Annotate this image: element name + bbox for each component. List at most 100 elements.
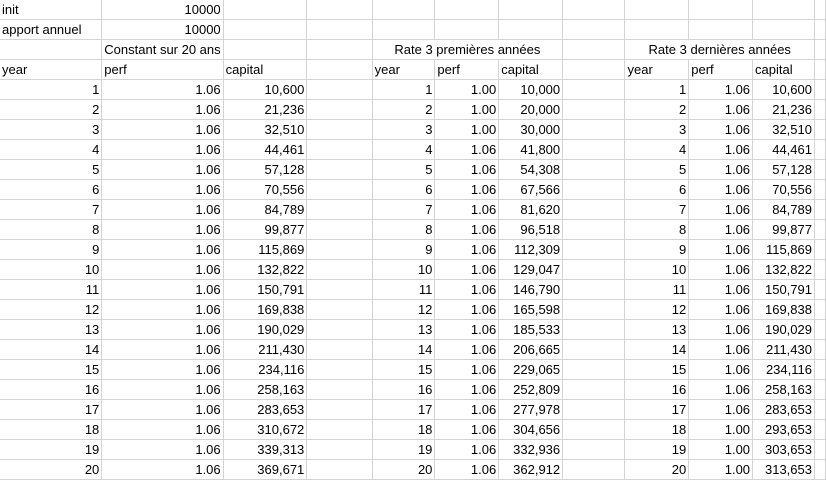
- cell-empty[interactable]: [752, 0, 815, 20]
- cell-constant-capital[interactable]: 211,430: [223, 339, 308, 360]
- cell-last3-perf[interactable]: 1.06: [688, 239, 754, 260]
- cell-constant-perf[interactable]: 1.06: [101, 339, 224, 360]
- cell-last3-capital[interactable]: 169,838: [752, 299, 815, 320]
- cell-empty[interactable]: [0, 39, 103, 60]
- cell-empty[interactable]: [562, 399, 626, 420]
- cell-last3-capital[interactable]: 132,822: [752, 259, 815, 280]
- cell-first3-year[interactable]: 13: [372, 319, 436, 340]
- cell-first3-perf[interactable]: 1.06: [434, 459, 500, 480]
- cell-first3-year[interactable]: 4: [372, 139, 436, 160]
- cell-empty[interactable]: [223, 19, 308, 40]
- cell-last3-year[interactable]: 1: [624, 79, 690, 100]
- cell-empty[interactable]: [814, 179, 826, 200]
- cell-first3-year[interactable]: 6: [372, 179, 436, 200]
- cell-last3-capital[interactable]: 150,791: [752, 279, 815, 300]
- cell-constant-year[interactable]: 3: [0, 119, 103, 140]
- cell-last3-capital[interactable]: 234,116: [752, 359, 815, 380]
- cell-first3-year[interactable]: 15: [372, 359, 436, 380]
- cell-empty[interactable]: [562, 379, 626, 400]
- cell-constant-perf[interactable]: 1.06: [101, 459, 224, 480]
- cell-last3-perf[interactable]: 1.06: [688, 319, 754, 340]
- cell-last3-perf[interactable]: 1.06: [688, 179, 754, 200]
- cell-last3-capital[interactable]: 57,128: [752, 159, 815, 180]
- cell-empty[interactable]: [752, 19, 815, 40]
- cell-first3-year[interactable]: 17: [372, 399, 436, 420]
- cell-first3-year[interactable]: 20: [372, 459, 436, 480]
- cell-first3-capital[interactable]: 96,518: [498, 219, 564, 240]
- cell-last3-perf[interactable]: 1.00: [688, 439, 754, 460]
- cell-constant-perf[interactable]: 1.06: [101, 259, 224, 280]
- cell-constant-perf[interactable]: 1.06: [101, 139, 224, 160]
- cell-first3-perf[interactable]: 1.06: [434, 399, 500, 420]
- cell-first3-perf[interactable]: 1.06: [434, 199, 500, 220]
- cell-constant-perf[interactable]: 1.06: [101, 299, 224, 320]
- cell-empty[interactable]: [814, 399, 826, 420]
- cell-first3-year[interactable]: 16: [372, 379, 436, 400]
- cell-constant-year[interactable]: 19: [0, 439, 103, 460]
- cell-first3-year[interactable]: 12: [372, 299, 436, 320]
- cell-constant-perf[interactable]: 1.06: [101, 159, 224, 180]
- cell-empty[interactable]: [306, 99, 373, 120]
- cell-empty[interactable]: [814, 339, 826, 360]
- cell-first3-perf[interactable]: 1.06: [434, 299, 500, 320]
- cell-last3-year[interactable]: 7: [624, 199, 690, 220]
- cell-last3-perf[interactable]: 1.00: [688, 459, 754, 480]
- cell-last3-year[interactable]: 6: [624, 179, 690, 200]
- cell-first3-capital[interactable]: 185,533: [498, 319, 564, 340]
- cell-empty[interactable]: [306, 439, 373, 460]
- cell-empty[interactable]: [814, 19, 826, 40]
- cell-last3-year[interactable]: 9: [624, 239, 690, 260]
- cell-constant-capital[interactable]: 132,822: [223, 259, 308, 280]
- cell-apport-value[interactable]: 10000: [101, 19, 224, 40]
- cell-empty[interactable]: [814, 419, 826, 440]
- cell-constant-capital[interactable]: 283,653: [223, 399, 308, 420]
- cell-last3-capital[interactable]: 303,653: [752, 439, 815, 460]
- cell-last3-capital[interactable]: 84,789: [752, 199, 815, 220]
- cell-empty[interactable]: [562, 19, 626, 40]
- cell-last3-capital[interactable]: 313,653: [752, 459, 815, 480]
- cell-constant-year[interactable]: 2: [0, 99, 103, 120]
- cell-constant-perf[interactable]: 1.06: [101, 399, 224, 420]
- cell-constant-capital[interactable]: 234,116: [223, 359, 308, 380]
- cell-first3-capital[interactable]: 165,598: [498, 299, 564, 320]
- cell-empty[interactable]: [562, 279, 626, 300]
- cell-constant-perf[interactable]: 1.06: [101, 319, 224, 340]
- cell-empty[interactable]: [814, 219, 826, 240]
- cell-constant-year[interactable]: 4: [0, 139, 103, 160]
- cell-last3-perf[interactable]: 1.06: [688, 119, 754, 140]
- cell-empty[interactable]: [562, 199, 626, 220]
- cell-empty[interactable]: [372, 0, 436, 20]
- cell-last3-capital[interactable]: 21,236: [752, 99, 815, 120]
- cell-empty[interactable]: [814, 259, 826, 280]
- cell-last3-perf[interactable]: 1.06: [688, 379, 754, 400]
- cell-empty[interactable]: [562, 99, 626, 120]
- cell-constant-perf[interactable]: 1.06: [101, 419, 224, 440]
- cell-first3-year[interactable]: 19: [372, 439, 436, 460]
- cell-constant-perf[interactable]: 1.06: [101, 119, 224, 140]
- cell-last3-year[interactable]: 3: [624, 119, 690, 140]
- cell-empty[interactable]: [306, 119, 373, 140]
- cell-last3-perf[interactable]: 1.06: [688, 99, 754, 120]
- cell-first3-capital[interactable]: 332,936: [498, 439, 564, 460]
- cell-empty[interactable]: [306, 0, 373, 20]
- cell-constant-perf[interactable]: 1.06: [101, 359, 224, 380]
- header-perf[interactable]: perf: [434, 59, 500, 80]
- cell-empty[interactable]: [688, 0, 754, 20]
- cell-empty[interactable]: [306, 179, 373, 200]
- header-capital[interactable]: capital: [498, 59, 564, 80]
- cell-first3-capital[interactable]: 112,309: [498, 239, 564, 260]
- cell-last3-year[interactable]: 13: [624, 319, 690, 340]
- cell-empty[interactable]: [306, 59, 373, 80]
- cell-empty[interactable]: [814, 299, 826, 320]
- cell-empty[interactable]: [306, 459, 373, 480]
- cell-constant-year[interactable]: 20: [0, 459, 103, 480]
- cell-first3-capital[interactable]: 67,566: [498, 179, 564, 200]
- cell-constant-capital[interactable]: 258,163: [223, 379, 308, 400]
- cell-first3-perf[interactable]: 1.00: [434, 119, 500, 140]
- cell-first3-capital[interactable]: 229,065: [498, 359, 564, 380]
- cell-first3-capital[interactable]: 10,000: [498, 79, 564, 100]
- cell-empty[interactable]: [562, 179, 626, 200]
- cell-last3-capital[interactable]: 115,869: [752, 239, 815, 260]
- cell-first3-year[interactable]: 18: [372, 419, 436, 440]
- cell-constant-capital[interactable]: 84,789: [223, 199, 308, 220]
